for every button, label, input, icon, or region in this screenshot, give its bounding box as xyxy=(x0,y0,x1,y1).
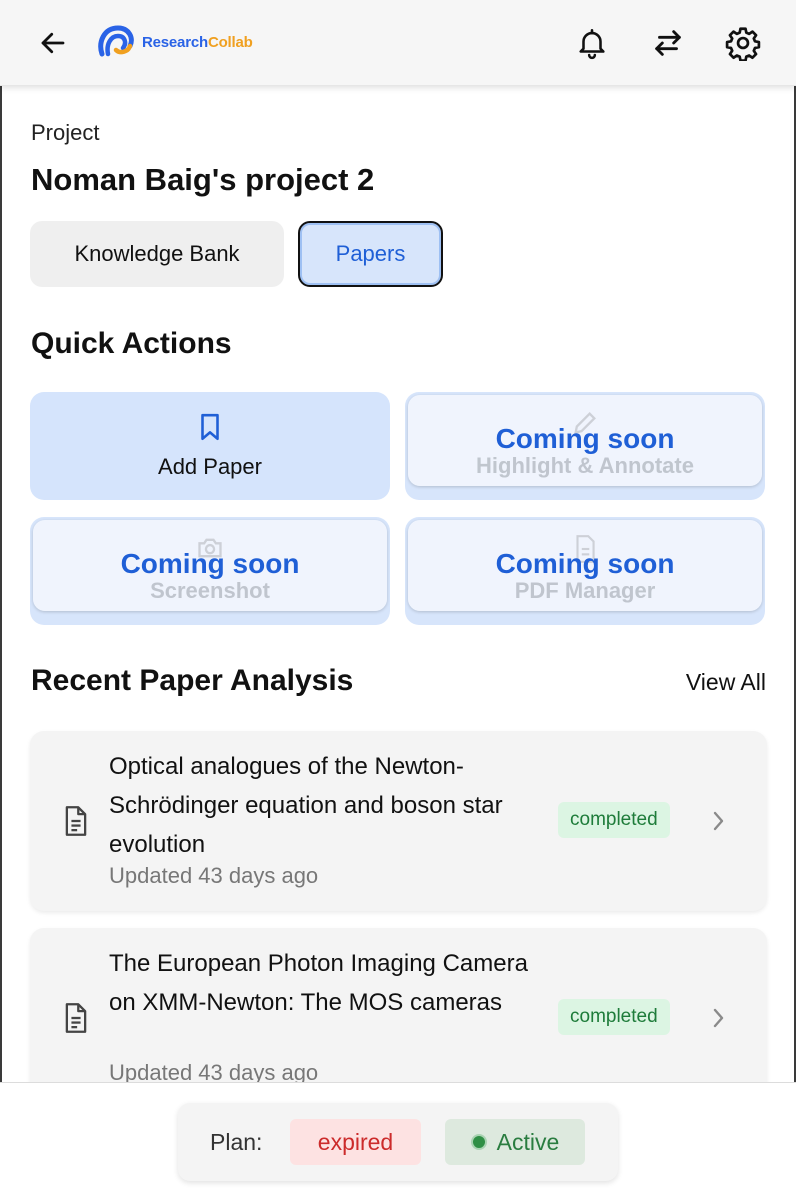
quick-actions-heading: Quick Actions xyxy=(31,327,232,360)
paper-updated-time: Updated 43 days ago xyxy=(109,863,319,888)
plan-status-box: Plan: expired Active xyxy=(178,1103,618,1181)
screenshot-button[interactable]: Screenshot Coming soon xyxy=(30,517,390,625)
notifications-bell-icon xyxy=(579,28,605,60)
brand-logo: ResearchCollab xyxy=(96,24,253,60)
document-icon xyxy=(65,806,87,836)
back-arrow-icon xyxy=(41,32,65,54)
tab-papers[interactable]: Papers xyxy=(298,221,443,287)
plan-active-label: Active xyxy=(496,1128,560,1155)
screenshot-label: Screenshot xyxy=(150,578,270,603)
add-paper-label: Add Paper xyxy=(158,454,262,479)
tab-knowledge-bank[interactable]: Knowledge Bank xyxy=(30,221,284,287)
settings-button[interactable] xyxy=(720,20,766,66)
logo-mark-icon xyxy=(98,25,134,57)
paper-list-item[interactable]: The European Photon Imaging Camera on XM… xyxy=(30,928,767,1082)
plan-label: Plan: xyxy=(210,1129,263,1155)
highlight-annotate-button[interactable]: Highlight & Annotate Coming soon xyxy=(405,392,765,500)
main-content: Project Noman Baig's project 2 Knowledge… xyxy=(0,86,796,1082)
paper-list-item[interactable]: Optical analogues of the Newton-Schrödin… xyxy=(30,731,767,911)
plan-footer: Plan: expired Active xyxy=(0,1082,796,1204)
coming-soon-label: Coming soon xyxy=(120,548,300,579)
coming-soon-overlay: PDF Manager Coming soon xyxy=(408,520,762,611)
switch-project-button[interactable] xyxy=(645,20,691,66)
paper-title: The European Photon Imaging Camera on XM… xyxy=(109,950,528,1016)
paper-title: Optical analogues of the Newton-Schrödin… xyxy=(109,753,503,858)
view-all-link[interactable]: View All xyxy=(686,669,766,696)
paper-updated-time: Updated 43 days ago xyxy=(109,1060,319,1082)
pdf-manager-button[interactable]: PDF Manager Coming soon xyxy=(405,517,765,625)
chevron-right-icon xyxy=(713,1008,724,1028)
plan-active-badge[interactable]: Active xyxy=(445,1119,585,1165)
plan-expired-badge[interactable]: expired xyxy=(290,1119,421,1165)
add-paper-button[interactable]: Add Paper xyxy=(30,392,390,500)
notifications-button[interactable] xyxy=(569,20,615,66)
swap-arrows-icon xyxy=(655,30,681,56)
status-badge: completed xyxy=(558,802,670,838)
pdf-manager-label: PDF Manager xyxy=(514,578,656,603)
active-dot-icon xyxy=(470,1134,487,1150)
settings-gear-icon xyxy=(725,27,761,61)
top-app-bar: ResearchCollab xyxy=(0,0,796,86)
project-title: Noman Baig's project 2 xyxy=(31,162,375,197)
highlight-annotate-label: Highlight & Annotate xyxy=(476,453,694,478)
coming-soon-label: Coming soon xyxy=(495,548,675,579)
document-icon xyxy=(65,1003,87,1033)
project-label: Project xyxy=(31,120,100,145)
status-badge: completed xyxy=(558,999,670,1035)
coming-soon-overlay: Highlight & Annotate Coming soon xyxy=(408,395,762,486)
bookmark-icon xyxy=(201,413,219,441)
back-button[interactable] xyxy=(30,20,76,66)
coming-soon-label: Coming soon xyxy=(495,423,675,454)
recent-analysis-heading: Recent Paper Analysis xyxy=(31,664,354,697)
brand-name: ResearchCollab xyxy=(142,33,253,51)
chevron-right-icon xyxy=(713,811,724,831)
coming-soon-overlay: Screenshot Coming soon xyxy=(33,520,387,611)
